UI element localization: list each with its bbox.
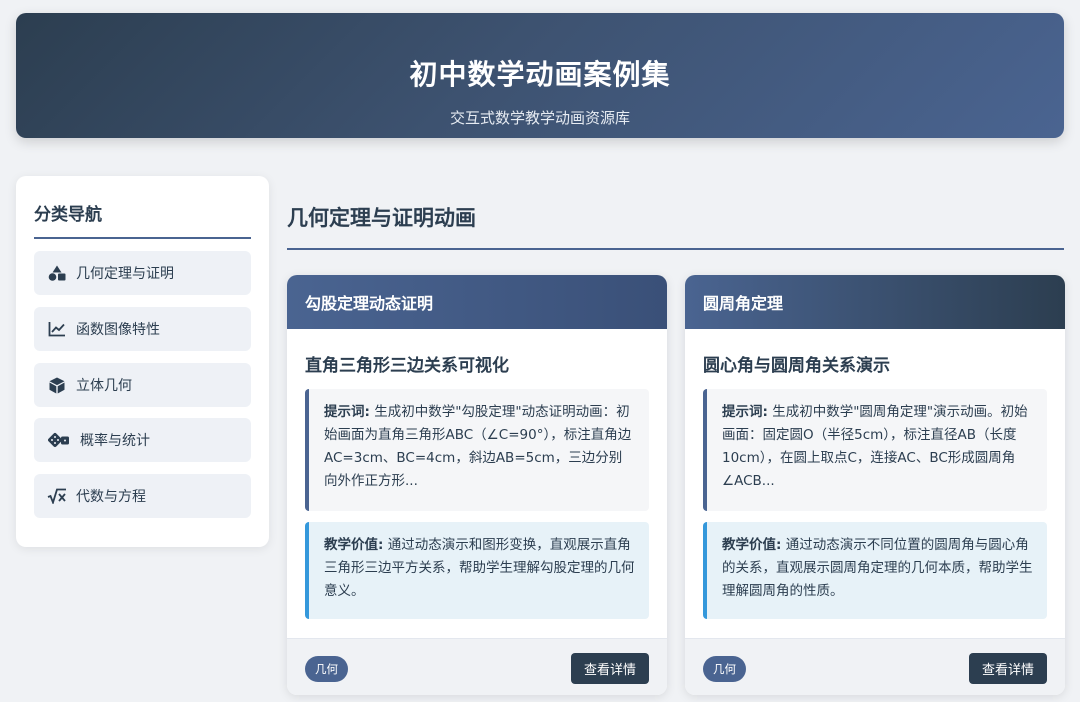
page-header: 初中数学动画案例集 交互式数学教学动画资源库 [16,13,1064,138]
category-tag: 几何 [703,656,746,682]
card-footer: 几何 查看详情 [685,638,1065,695]
sidebar-item-label: 立体几何 [76,378,132,394]
prompt-text: 生成初中数学"圆周角定理"演示动画。初始画面：固定圆O（半径5cm），标注直径A… [722,404,1028,489]
view-details-button[interactable]: 查看详情 [968,653,1047,684]
view-details-button[interactable]: 查看详情 [570,653,649,684]
teaching-value-box: 教学价值: 通过动态演示不同位置的圆周角与圆心角的关系，直观展示圆周角定理的几何… [703,522,1047,619]
page-subtitle: 交互式数学教学动画资源库 [449,109,630,127]
teaching-value-label: 教学价值: [324,537,384,553]
sidebar-item-probability[interactable]: 概率与统计 [34,418,251,462]
prompt-box: 提示词: 生成初中数学"勾股定理"动态证明动画：初始画面为直角三角形ABC（∠C… [305,389,649,511]
card-subtitle: 圆心角与圆周角关系演示 [703,356,890,376]
sidebar-item-label: 概率与统计 [80,433,150,449]
dice-icon [46,432,72,448]
shapes-icon [46,265,68,281]
sidebar-item-solid-geometry[interactable]: 立体几何 [34,363,251,407]
sidebar-item-label: 代数与方程 [76,489,146,505]
sidebar-item-algebra[interactable]: 代数与方程 [34,474,251,518]
card-header: 勾股定理动态证明 [287,275,667,329]
cube-icon [46,377,68,394]
animation-card: 圆周角定理 圆心角与圆周角关系演示 提示词: 生成初中数学"圆周角定理"演示动画… [685,275,1065,695]
page-title: 初中数学动画案例集 [409,58,671,91]
prompt-text: 生成初中数学"勾股定理"动态证明动画：初始画面为直角三角形ABC（∠C=90°）… [324,404,632,489]
sidebar-item-functions[interactable]: 函数图像特性 [34,307,251,351]
prompt-box: 提示词: 生成初中数学"圆周角定理"演示动画。初始画面：固定圆O（半径5cm），… [703,389,1047,511]
card-footer: 几何 查看详情 [287,638,667,695]
prompt-label: 提示词: [722,404,768,420]
section-title: 几何定理与证明动画 [287,202,1064,250]
square-root-icon [46,488,68,504]
animation-card: 勾股定理动态证明 直角三角形三边关系可视化 提示词: 生成初中数学"勾股定理"动… [287,275,667,695]
sidebar-item-label: 函数图像特性 [76,322,160,338]
teaching-value-box: 教学价值: 通过动态演示和图形变换，直观展示直角三角形三边平方关系，帮助学生理解… [305,522,649,619]
teaching-value-label: 教学价值: [722,537,782,553]
sidebar: 分类导航 几何定理与证明 函数图像特性 立体几何 概率与统计 代数与方程 [16,176,269,547]
card-subtitle: 直角三角形三边关系可视化 [305,356,509,376]
sidebar-title: 分类导航 [34,200,251,239]
card-header: 圆周角定理 [685,275,1065,329]
prompt-label: 提示词: [324,404,370,420]
sidebar-item-label: 几何定理与证明 [76,266,174,282]
sidebar-item-geometry[interactable]: 几何定理与证明 [34,251,251,295]
category-tag: 几何 [305,656,348,682]
line-chart-icon [46,321,68,337]
